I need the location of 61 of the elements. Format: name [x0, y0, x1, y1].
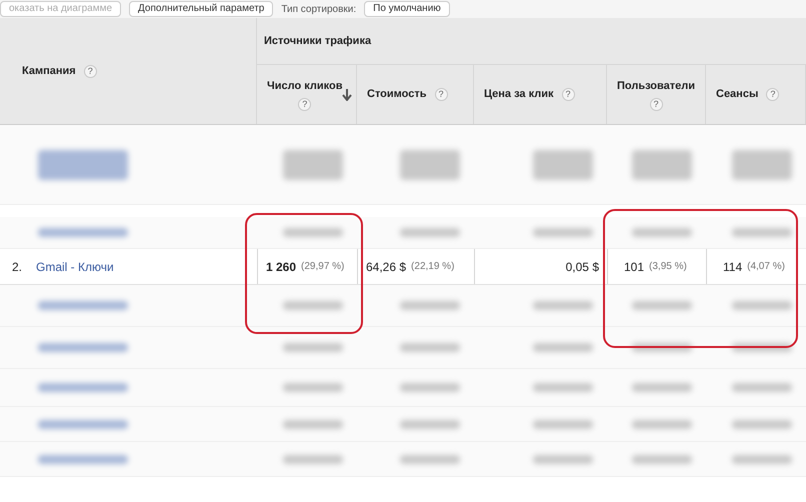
redacted-block: [732, 150, 792, 180]
column-header[interactable]: Стоимость: [367, 86, 427, 103]
table-cell-text: 1 260: [266, 258, 296, 276]
redacted-block: [283, 150, 343, 180]
redacted-block: [283, 420, 343, 428]
help-button[interactable]: ?: [84, 64, 97, 78]
redacted-block: [400, 383, 460, 392]
table-cell-text: 0,05 $: [566, 258, 599, 276]
table-cell-text: 64,26 $: [366, 258, 406, 276]
redacted-block: [632, 383, 692, 392]
redacted-block: [632, 420, 692, 428]
help-button[interactable]: ?: [650, 98, 662, 112]
redacted-block: [732, 383, 792, 392]
redacted-block: [283, 383, 343, 392]
redacted-block: [732, 420, 792, 428]
column-header[interactable]: Цена за клик: [484, 86, 554, 103]
redacted-block: [732, 301, 792, 310]
redacted-block: [400, 150, 460, 180]
percent-share: (3,95 %): [649, 260, 687, 274]
campaign-link[interactable]: Gmail - Ключи: [36, 258, 114, 276]
table-cell-text: 101: [624, 258, 644, 276]
redacted-block: [732, 228, 792, 237]
percent-share: (29,97 %): [301, 260, 344, 274]
redacted-block: [400, 301, 460, 310]
column-header[interactable]: Сеансы: [716, 86, 758, 103]
percent-share: (4,07 %): [747, 260, 785, 274]
column-header[interactable]: Пользователи: [617, 78, 696, 94]
toolbar-button[interactable]: Дополнительный параметр: [129, 1, 274, 17]
redacted-block: [400, 228, 460, 237]
redacted-block: [632, 301, 692, 310]
sort-label: Тип сортировки:: [281, 2, 356, 16]
redacted-block: [283, 301, 343, 310]
table-cell-text: 114: [723, 258, 742, 276]
redacted-block: [533, 343, 593, 352]
redacted-block: [283, 228, 343, 237]
redacted-block: [533, 420, 593, 428]
column-header[interactable]: Кампания: [22, 62, 76, 80]
help-button[interactable]: ?: [298, 98, 312, 112]
redacted-block: [533, 383, 593, 392]
help-button[interactable]: ?: [434, 88, 448, 101]
redacted-block: [732, 454, 792, 464]
redacted-block: [283, 343, 343, 352]
sort-arrow-icon[interactable]: [342, 89, 352, 101]
column-group-header: Источники трафика: [264, 34, 372, 49]
redacted-block: [533, 228, 593, 237]
redacted-block: [632, 454, 692, 464]
percent-share: (22,19 %): [411, 260, 454, 274]
redacted-block: [533, 150, 593, 180]
redacted-block: [632, 228, 692, 237]
redacted-block: [400, 454, 460, 464]
redacted-block: [533, 301, 593, 310]
redacted-block: [533, 454, 593, 464]
help-button[interactable]: ?: [766, 88, 780, 101]
redacted-block: [283, 454, 343, 464]
redacted-block: [400, 343, 460, 352]
help-button[interactable]: ?: [562, 88, 574, 101]
redacted-block: [400, 420, 460, 428]
row-number: 2.: [12, 258, 22, 276]
column-header[interactable]: Число кликов: [267, 78, 342, 94]
toolbar-button[interactable]: По умолчанию: [364, 1, 450, 17]
redacted-block: [632, 150, 692, 180]
